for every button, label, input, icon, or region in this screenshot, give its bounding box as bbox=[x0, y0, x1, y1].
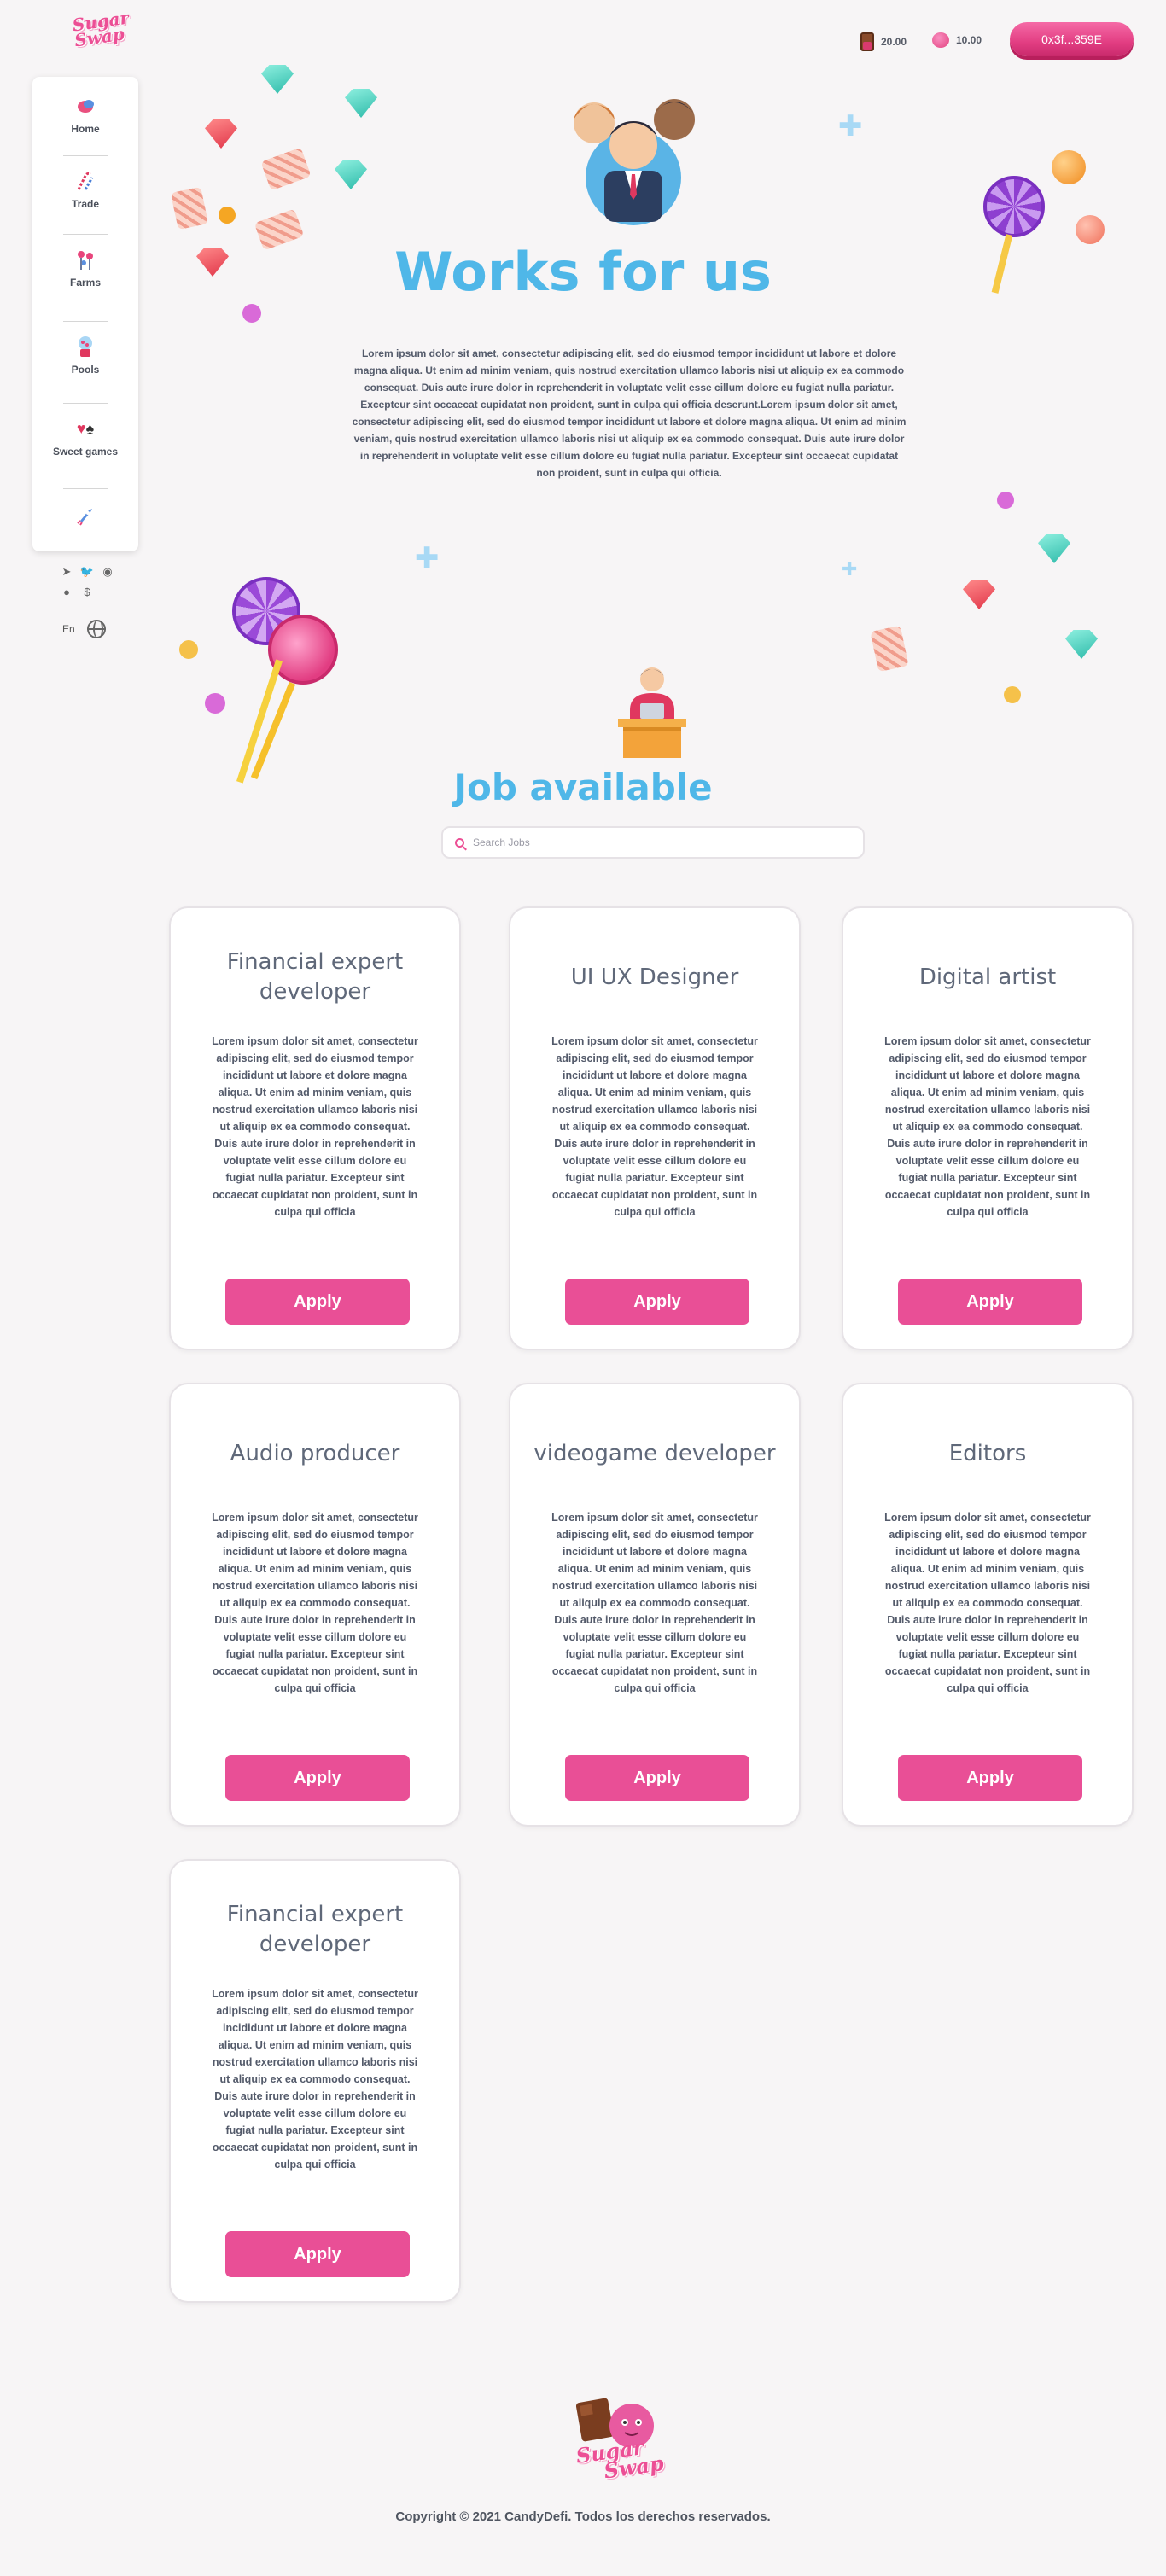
gumball-machine-icon bbox=[73, 335, 97, 358]
candy-decoration bbox=[1004, 686, 1021, 703]
job-card-title: Editors bbox=[948, 1440, 1027, 1466]
apply-button[interactable]: Apply bbox=[898, 1755, 1082, 1801]
rocket-icon bbox=[73, 504, 97, 527]
job-card-description: Lorem ipsum dolor sit amet, consectetur … bbox=[551, 1512, 758, 1694]
sidebar-divider bbox=[63, 321, 108, 322]
reddit-icon[interactable]: ◉ bbox=[97, 565, 118, 579]
candy-decoration bbox=[261, 65, 294, 94]
candy-home-icon bbox=[73, 94, 97, 118]
sidebar-divider bbox=[63, 234, 108, 235]
pink-candy-icon bbox=[932, 32, 949, 48]
candy-cane-icon bbox=[73, 169, 97, 193]
apply-button[interactable]: Apply bbox=[565, 1755, 749, 1801]
candy-decoration bbox=[1038, 534, 1070, 563]
apply-button[interactable]: Apply bbox=[225, 1755, 410, 1801]
candy-decoration bbox=[997, 492, 1014, 509]
candy-decoration bbox=[170, 186, 209, 230]
candy-balance: 10.00 bbox=[932, 32, 982, 48]
apply-button[interactable]: Apply bbox=[225, 1279, 410, 1325]
sidebar-item-launch[interactable] bbox=[32, 504, 138, 533]
job-card: Financial expert developer Lorem ipsum d… bbox=[169, 1859, 461, 2303]
job-search-bar bbox=[441, 826, 865, 859]
candy-decoration bbox=[179, 640, 198, 659]
brand-logo-text: Sugar Swap bbox=[71, 7, 131, 51]
social-links: ➤ 🐦 ◉ ● $ bbox=[56, 565, 118, 598]
language-selector[interactable]: En bbox=[62, 620, 106, 638]
card-suits-icon: ♥♠ bbox=[76, 420, 95, 437]
candy-decoration bbox=[1065, 630, 1098, 659]
coin-icon[interactable]: $ bbox=[77, 586, 97, 598]
candy-decoration bbox=[345, 89, 377, 118]
lollipop-decoration bbox=[268, 615, 338, 685]
jobs-section-title: Job available bbox=[453, 766, 713, 808]
candy-decoration bbox=[870, 625, 909, 673]
sidebar-item-sweet-games[interactable]: ♥♠ Sweet games bbox=[32, 417, 138, 458]
job-card-title: Financial expert developer bbox=[226, 949, 404, 1005]
lollipop-decoration bbox=[983, 176, 1045, 237]
job-card: videogame developer Lorem ipsum dolor si… bbox=[509, 1383, 801, 1827]
sparkle-decoration: ✚ bbox=[415, 542, 440, 574]
search-input[interactable] bbox=[473, 836, 863, 848]
job-card-description: Lorem ipsum dolor sit amet, consectetur … bbox=[212, 1512, 418, 1694]
job-card: Editors Lorem ipsum dolor sit amet, cons… bbox=[842, 1383, 1134, 1827]
sidebar-item-label: Trade bbox=[71, 198, 99, 210]
search-icon bbox=[455, 837, 464, 848]
sparkle-decoration: ✚ bbox=[842, 558, 858, 580]
telegram-icon[interactable]: ➤ bbox=[56, 565, 77, 579]
job-card-title: Financial expert developer bbox=[226, 1902, 404, 1957]
sidebar-item-label: Pools bbox=[71, 364, 100, 376]
job-card-title: Digital artist bbox=[918, 964, 1057, 990]
globe-icon bbox=[86, 620, 106, 638]
candy-decoration bbox=[260, 147, 312, 191]
sidebar-divider bbox=[63, 403, 108, 404]
job-card-title: videogame developer bbox=[533, 1440, 776, 1466]
sidebar-divider bbox=[63, 488, 108, 489]
apply-button[interactable]: Apply bbox=[898, 1279, 1082, 1325]
candy-balance-value: 10.00 bbox=[956, 34, 982, 46]
candy-decoration bbox=[1052, 150, 1086, 184]
sidebar-item-home[interactable]: Home bbox=[32, 94, 138, 135]
job-card-description: Lorem ipsum dolor sit amet, consectetur … bbox=[212, 1988, 418, 2171]
twitter-icon[interactable]: 🐦 bbox=[77, 565, 97, 579]
job-card-description: Lorem ipsum dolor sit amet, consectetur … bbox=[551, 1035, 758, 1218]
candy-decoration bbox=[219, 207, 236, 224]
candy-decoration bbox=[205, 693, 225, 714]
sidebar-nav: Home Trade Farms Pools ♥♠ Sweet games bbox=[32, 77, 138, 551]
candy-decoration bbox=[242, 304, 261, 323]
page-title: Works for us bbox=[394, 241, 772, 303]
job-card: UI UX Designer Lorem ipsum dolor sit ame… bbox=[509, 906, 801, 1350]
job-card: Digital artist Lorem ipsum dolor sit ame… bbox=[842, 906, 1134, 1350]
hero-description: Lorem ipsum dolor sit amet, consectetur … bbox=[352, 347, 907, 479]
job-card-title: Audio producer bbox=[230, 1440, 400, 1466]
team-illustration bbox=[557, 89, 710, 225]
job-desk-illustration bbox=[611, 659, 693, 761]
apply-button[interactable]: Apply bbox=[225, 2231, 410, 2277]
sidebar-item-label: Home bbox=[71, 123, 100, 135]
choco-balance: 20.00 bbox=[860, 32, 907, 51]
sidebar-item-trade[interactable]: Trade bbox=[32, 169, 138, 210]
job-card: Financial expert developer Lorem ipsum d… bbox=[169, 906, 461, 1350]
footer-logo: Sugar Swap bbox=[570, 2397, 669, 2484]
candy-decoration bbox=[205, 119, 237, 149]
job-card-description: Lorem ipsum dolor sit amet, consectetur … bbox=[884, 1512, 1091, 1694]
sidebar-item-pools[interactable]: Pools bbox=[32, 335, 138, 376]
candy-decoration bbox=[963, 580, 995, 609]
sidebar-divider bbox=[63, 155, 108, 156]
job-card-description: Lorem ipsum dolor sit amet, consectetur … bbox=[212, 1035, 418, 1218]
job-card-title: UI UX Designer bbox=[570, 964, 739, 990]
candy-decoration bbox=[335, 160, 367, 189]
choco-balance-value: 20.00 bbox=[881, 36, 907, 48]
candy-decoration bbox=[1076, 215, 1105, 244]
sidebar-item-label: Sweet games bbox=[52, 446, 119, 458]
apply-button[interactable]: Apply bbox=[565, 1279, 749, 1325]
chocolate-bar-icon bbox=[860, 32, 874, 51]
wallet-address-button[interactable]: 0x3f...359E bbox=[1010, 22, 1134, 56]
job-card: Audio producer Lorem ipsum dolor sit ame… bbox=[169, 1383, 461, 1827]
brand-logo[interactable]: Sugar Swap bbox=[53, 8, 130, 55]
job-card-description: Lorem ipsum dolor sit amet, consectetur … bbox=[884, 1035, 1091, 1218]
sparkle-decoration: ✚ bbox=[838, 110, 863, 143]
language-label: En bbox=[62, 623, 75, 635]
footer-copyright: Copyright © 2021 CandyDefi. Todos los de… bbox=[395, 2509, 771, 2524]
github-icon[interactable]: ● bbox=[56, 586, 77, 598]
